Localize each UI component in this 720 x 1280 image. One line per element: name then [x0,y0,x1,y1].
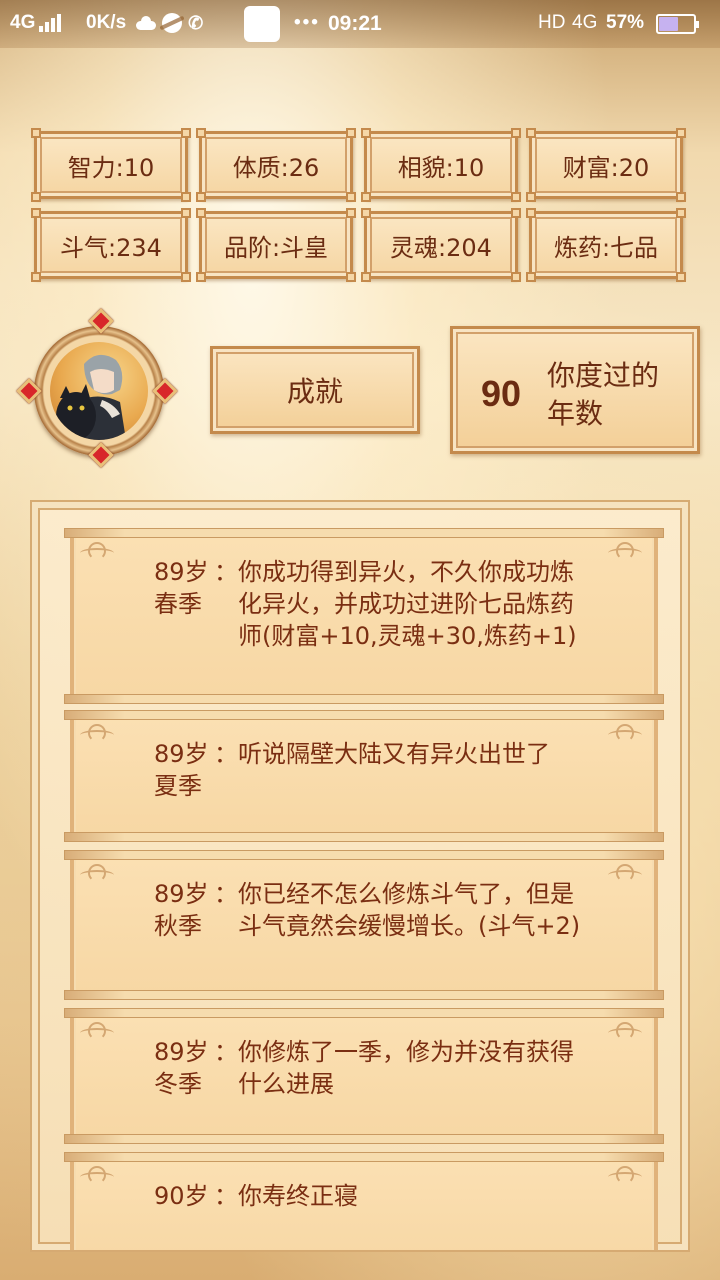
log-entry: 89岁 夏季 ： 听说隔壁大陆又有异火出世了 [64,710,664,842]
stat-label: 相貌:10 [397,153,485,182]
age-text: 89岁 [154,740,209,768]
years-lived-panel: 90 你度过的年数 [450,326,700,454]
net-speed: 0K/s ✆ [86,12,203,34]
log-colon: ： [214,1182,238,1210]
network-right: 4G [572,12,598,33]
years-label: 你度过的年数 [547,359,660,430]
signal-indicator: 4G [10,12,62,34]
log-text: 你寿终正寝 [238,1182,358,1210]
cloud-ornament-icon [608,1022,648,1040]
cloud-ornament-icon [608,1166,648,1184]
stat-label: 炼药:七品 [553,233,659,262]
stat-appearance: 相貌:10 [361,128,521,202]
clock: 09:21 [328,12,382,35]
season-text: 冬季 [154,1070,202,1098]
age-text: 89岁 [154,558,209,586]
cloud-ornament-icon [608,542,648,560]
log-entry: 89岁 春季 ： 你成功得到异火，不久你成功炼化异火，并成功过进阶七品炼药师(财… [64,528,664,704]
character-portrait [50,342,148,440]
log-text: 你修炼了一季，修为并没有获得什么进展 [238,1038,574,1098]
log-text: 你已经不怎么修炼斗气了，但是斗气竟然会缓慢增长。(斗气+2) [238,880,581,940]
log-entry: 90岁 ： 你寿终正寝 [64,1152,664,1250]
cloud-ornament-icon [80,542,120,560]
age-text: 89岁 [154,1038,209,1066]
stat-soul: 灵魂:204 [361,208,521,282]
cloud-ornament-icon [80,1166,120,1184]
battery-icon [656,14,699,34]
season-text: 夏季 [154,772,202,800]
stat-alchemy: 炼药:七品 [526,208,686,282]
cloud-ornament-icon [608,864,648,882]
season-text: 秋季 [154,912,202,940]
years-value: 90 [481,373,522,414]
log-colon: ： [214,880,238,908]
cloud-ornament-icon [80,864,120,882]
signal-icon [39,14,62,32]
stat-rank: 品阶:斗皇 [196,208,356,282]
cloud-ornament-icon [80,724,120,742]
log-colon: ： [214,1038,238,1066]
stat-label: 品阶:斗皇 [223,233,329,262]
age-text: 89岁 [154,880,209,908]
log-entry: 89岁 秋季 ： 你已经不怎么修炼斗气了，但是斗气竟然会缓慢增长。(斗气+2) [64,850,664,1000]
battery-fill [659,17,678,31]
stat-label: 斗气:234 [60,233,162,262]
log-text: 听说隔壁大陆又有异火出世了 [238,740,550,768]
life-log-panel[interactable]: 89岁 春季 ： 你成功得到异火，不久你成功炼化异火，并成功过进阶七品炼药师(财… [30,500,690,1252]
stat-wealth: 财富:20 [526,128,686,202]
stat-label: 体质:26 [232,153,320,182]
age-text: 90岁 [154,1182,209,1210]
season-text: 春季 [154,590,202,618]
speed-text: 0K/s [86,12,127,33]
cloud-ornament-icon [608,724,648,742]
phone-icon: ✆ [188,12,204,33]
avatar[interactable] [16,308,178,470]
app-notification-icon [244,6,280,42]
achievement-label: 成就 [286,375,343,408]
stat-label: 灵魂:204 [390,233,492,262]
stat-label: 智力:10 [67,153,155,182]
achievement-button[interactable]: 成就 [210,346,420,434]
stat-label: 财富:20 [562,153,650,182]
log-colon: ： [214,558,238,586]
cloud-ornament-icon [80,1022,120,1040]
hd-indicator: HD [538,12,566,33]
cloud-icon [134,16,157,30]
stat-constitution: 体质:26 [196,128,356,202]
network-type: 4G [10,12,36,33]
log-entry: 89岁 冬季 ： 你修炼了一季，修为并没有获得什么进展 [64,1008,664,1144]
log-text: 你成功得到异火，不久你成功炼化异火，并成功过进阶七品炼药师(财富+10,灵魂+3… [238,558,577,650]
battery-percent: 57% [606,12,645,33]
browser-icon [162,13,183,33]
status-bar: 4G 0K/s ✆ ••• 09:21 HD 4G 57% [0,0,720,48]
stat-douqi: 斗气:234 [31,208,191,282]
log-colon: ： [214,740,238,768]
stat-intelligence: 智力:10 [31,128,191,202]
more-icon: ••• [294,12,320,33]
